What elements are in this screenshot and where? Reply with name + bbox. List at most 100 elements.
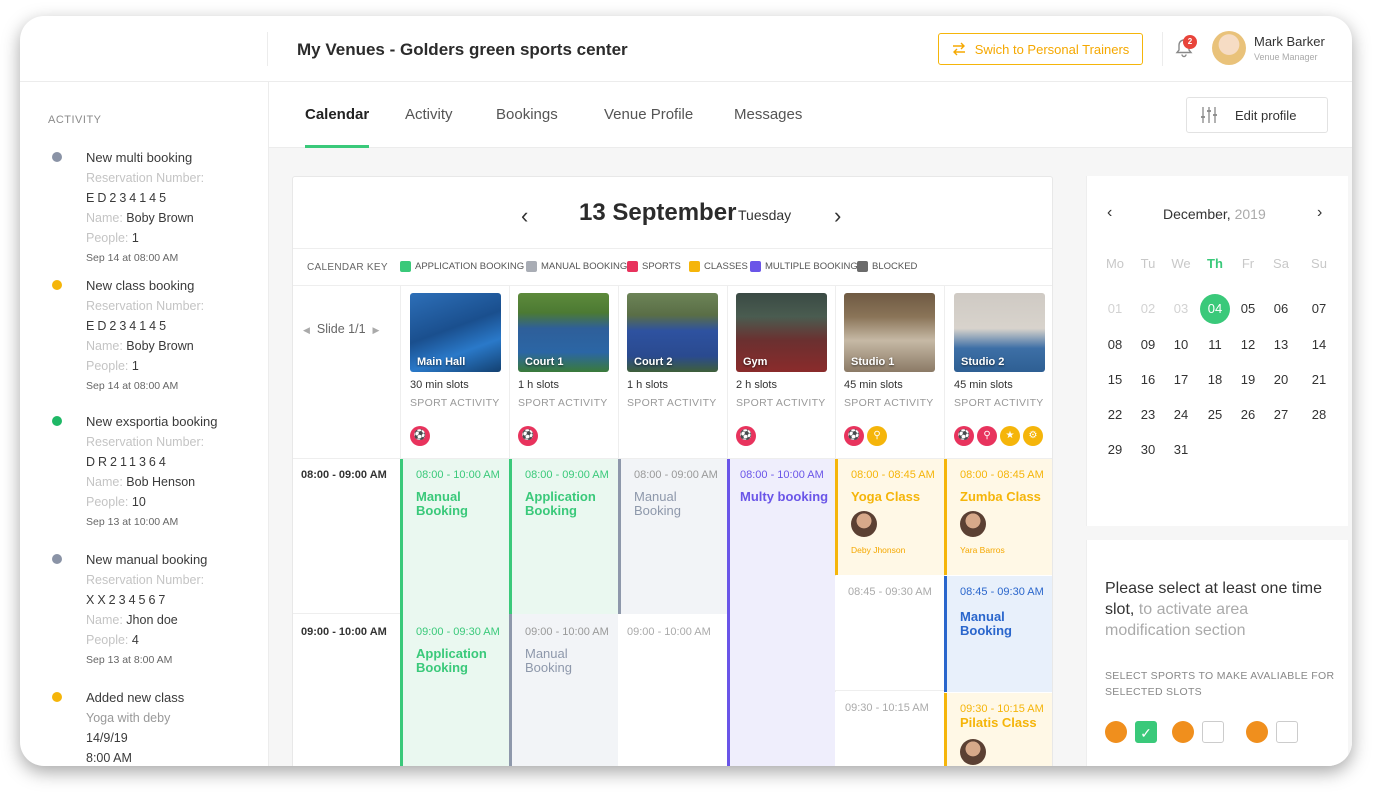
empty-slot[interactable]: 09:00 - 10:00 AM — [618, 614, 727, 766]
activity-time: Sep 13 at 8:00 AM — [86, 654, 173, 666]
calendar-day[interactable]: 22 — [1100, 402, 1130, 428]
activity-status-dot — [52, 554, 62, 564]
activity-field-value: Boby Brown — [122, 339, 194, 353]
empty-slot[interactable]: 09:30 - 10:15 AM — [835, 692, 944, 766]
booking-name: Pilatis Class — [960, 715, 1037, 730]
venue-type: SPORT ACTIVITY — [410, 397, 500, 409]
calendar-day[interactable]: 29 — [1100, 437, 1130, 463]
calendar-day[interactable]: 20 — [1266, 367, 1296, 393]
calendar-day[interactable]: 08 — [1100, 332, 1130, 358]
calendar-day[interactable]: 18 — [1200, 367, 1230, 393]
sport-checkbox[interactable] — [1276, 721, 1298, 743]
top-bar: My Venues - Golders green sports center … — [20, 16, 1352, 82]
switch-to-trainers-button[interactable]: Swich to Personal Trainers — [938, 33, 1143, 65]
booking-slot[interactable]: 09:00 - 10:00 AM Manual Booking — [509, 614, 618, 766]
select-slot-message: Please select at least one time slot, to… — [1105, 578, 1335, 641]
calendar-day[interactable]: 28 — [1304, 402, 1334, 428]
calendar-day[interactable]: 05 — [1233, 296, 1263, 322]
venue-activity-icons: ⚽ ⚲ ★ ⚙ — [954, 426, 1043, 446]
booking-time: 09:00 - 10:00 AM — [525, 626, 609, 638]
venue-name: Court 2 — [634, 356, 673, 368]
slide-indicator[interactable]: ◀ Slide 1/1 ▶ — [303, 322, 379, 336]
venue-name: Main Hall — [417, 356, 466, 368]
activity-reference: DR211364 — [86, 455, 169, 469]
booking-slot[interactable]: 09:00 - 09:30 AM Application Booking — [400, 614, 509, 766]
calendar-key-item: MULTIPLE BOOKING — [750, 261, 858, 272]
slide-next-icon[interactable]: ▶ — [372, 325, 379, 335]
calendar-day[interactable]: 10 — [1166, 332, 1196, 358]
slide-prev-icon[interactable]: ◀ — [303, 325, 310, 335]
booking-name: Manual Booking — [960, 609, 1012, 638]
edit-profile-button[interactable]: Edit profile — [1186, 97, 1328, 133]
calendar-day[interactable]: 01 — [1100, 296, 1130, 322]
booking-slot[interactable]: 08:45 - 09:30 AM Manual Booking — [944, 576, 1052, 692]
slot-time: 09:00 - 10:00 AM — [627, 626, 711, 638]
sport-checkbox[interactable] — [1202, 721, 1224, 743]
calendar-day[interactable]: 27 — [1266, 402, 1296, 428]
tab-calendar[interactable]: Calendar — [305, 106, 369, 123]
activity-reference: ED234145 — [86, 191, 170, 205]
venue-photo: Studio 2 — [954, 293, 1045, 372]
activity-title: New manual booking — [86, 552, 208, 567]
calendar-day[interactable]: 14 — [1304, 332, 1334, 358]
booking-slot[interactable]: 08:00 - 09:00 AM Manual Booking — [618, 459, 727, 615]
calendar-day[interactable]: 13 — [1266, 332, 1296, 358]
empty-slot[interactable]: 08:45 - 09:30 AM — [835, 576, 944, 691]
app-window: My Venues - Golders green sports center … — [20, 16, 1352, 766]
calendar-day[interactable]: 12 — [1233, 332, 1263, 358]
calendar-day-selected[interactable]: 04 — [1200, 294, 1230, 324]
calendar-day[interactable]: 19 — [1233, 367, 1263, 393]
calendar-day[interactable]: 30 — [1133, 437, 1163, 463]
booking-slot[interactable]: 08:00 - 10:00 AM Manual Booking — [400, 459, 509, 615]
calendar-day[interactable]: 03 — [1166, 296, 1196, 322]
booking-slot[interactable]: 09:30 - 10:15 AM Pilatis Class — [944, 693, 1052, 766]
mini-calendar: ‹ December, 2019 › Mo Tu We Th Fr Sa Su 01 02 03 0… — [1086, 176, 1348, 526]
booking-slot[interactable]: 08:00 - 08:45 AM Zumba Class Yara Barros — [944, 459, 1052, 575]
user-name[interactable]: Mark Barker — [1254, 34, 1325, 49]
booking-name: Multy booking — [740, 489, 829, 504]
booking-slot[interactable]: 08:00 - 10:00 AM Multy booking — [727, 459, 835, 766]
tab-activity[interactable]: Activity — [405, 106, 453, 123]
calendar-day[interactable]: 11 — [1200, 332, 1230, 358]
calendar-day[interactable]: 24 — [1166, 402, 1196, 428]
calendar-day[interactable]: 07 — [1304, 296, 1334, 322]
activity-detail: Reservation Number: — [86, 435, 205, 449]
slot-time: 09:30 - 10:15 AM — [845, 702, 929, 714]
sidebar-title: ACTIVITY — [48, 114, 102, 126]
tab-bookings[interactable]: Bookings — [496, 106, 558, 123]
calendar-day[interactable]: 06 — [1266, 296, 1296, 322]
calendar-day[interactable]: 26 — [1233, 402, 1263, 428]
calendar-day[interactable]: 09 — [1133, 332, 1163, 358]
calendar-day[interactable]: 02 — [1133, 296, 1163, 322]
tab-messages[interactable]: Messages — [734, 106, 802, 123]
booking-slot[interactable]: 08:00 - 08:45 AM Yoga Class Deby Jhonson — [835, 459, 944, 575]
tab-venue-profile[interactable]: Venue Profile — [604, 106, 693, 123]
calendar-day[interactable]: 16 — [1133, 367, 1163, 393]
user-avatar[interactable] — [1212, 31, 1246, 65]
weekday-label: Tu — [1140, 256, 1156, 271]
sport-checkbox-checked[interactable]: ✓ — [1135, 721, 1157, 743]
calendar-key-title: CALENDAR KEY — [307, 262, 388, 273]
venue-type: SPORT ACTIVITY — [844, 397, 934, 409]
booking-slot[interactable]: 08:00 - 09:00 AM Application Booking — [509, 459, 618, 615]
prev-month-chevron-icon[interactable]: ‹ — [1107, 204, 1112, 222]
calendar-day[interactable]: 17 — [1166, 367, 1196, 393]
next-month-chevron-icon[interactable]: › — [1317, 204, 1322, 222]
calendar-day[interactable]: 15 — [1100, 367, 1130, 393]
calendar-day[interactable]: 21 — [1304, 367, 1334, 393]
booking-time: 08:00 - 08:45 AM — [960, 469, 1044, 481]
booking-time: 09:00 - 09:30 AM — [416, 626, 500, 638]
venue-photo: Main Hall — [410, 293, 501, 372]
booking-time: 08:45 - 09:30 AM — [960, 586, 1044, 598]
venue-name: Gym — [743, 356, 768, 368]
prev-day-chevron-icon[interactable]: ‹ — [521, 203, 528, 229]
activity-field-value: Boby Brown — [122, 211, 194, 225]
current-date: 13 September — [579, 199, 737, 226]
activity-field-value: 4 — [128, 633, 139, 647]
venue-type: SPORT ACTIVITY — [627, 397, 717, 409]
coach-avatar — [960, 739, 986, 765]
calendar-day[interactable]: 23 — [1133, 402, 1163, 428]
calendar-day[interactable]: 31 — [1166, 437, 1196, 463]
calendar-day[interactable]: 25 — [1200, 402, 1230, 428]
next-day-chevron-icon[interactable]: › — [834, 203, 841, 229]
